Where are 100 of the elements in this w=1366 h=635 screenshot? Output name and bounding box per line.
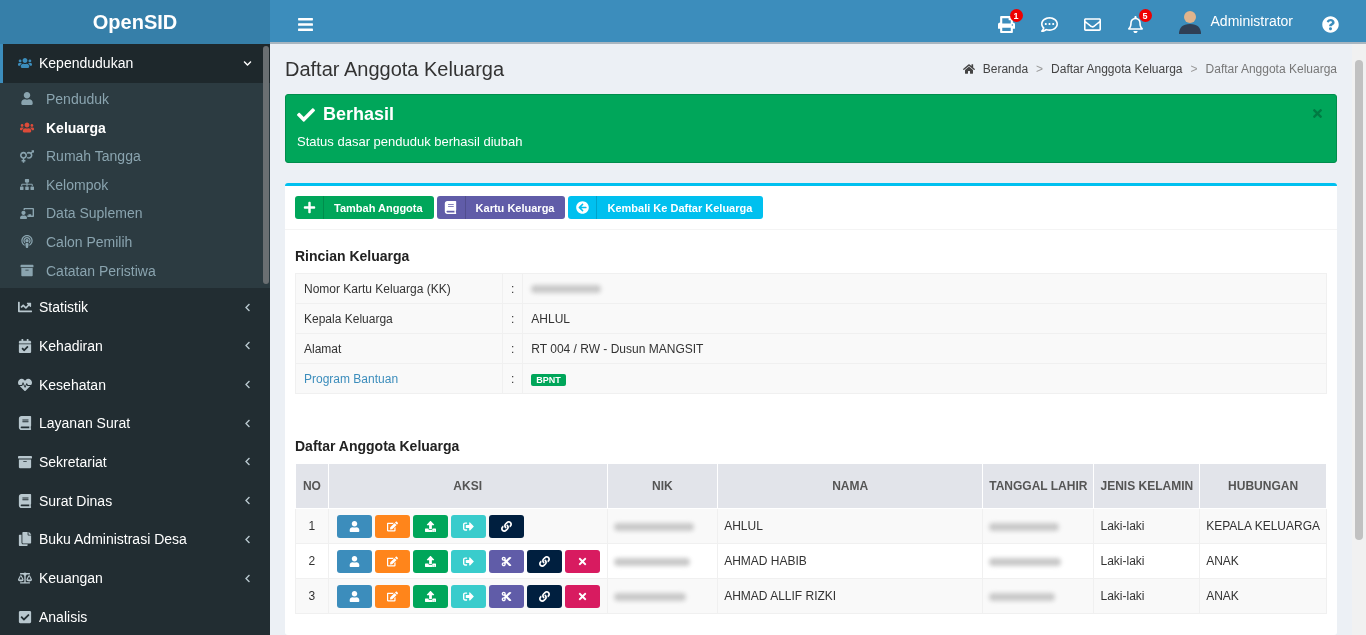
brand-logo[interactable]: OpenSID [0, 0, 270, 44]
detail-label: Nomor Kartu Keluarga (KK) [304, 281, 451, 296]
breadcrumb-link[interactable]: Beranda [982, 62, 1029, 76]
table-cell: ANAK [1206, 589, 1239, 603]
user-name[interactable]: Administrator [1210, 13, 1293, 29]
row-number: 1 [308, 519, 316, 533]
scissors-icon [500, 590, 512, 602]
menu-label: Buku Administrasi Desa [39, 531, 188, 548]
link-icon [538, 555, 550, 567]
split-button[interactable] [488, 549, 524, 573]
person-icon [348, 590, 360, 602]
count-badge: 5 [1138, 9, 1152, 22]
view-button[interactable] [336, 514, 372, 538]
people-icon [20, 121, 34, 135]
chevron-left-icon [243, 380, 252, 390]
chat-icon[interactable] [1040, 16, 1058, 33]
submenu-item[interactable]: Penduduk [0, 84, 270, 114]
plus-icon [302, 201, 316, 214]
chevron-left-icon [243, 302, 252, 312]
upload-icon [424, 590, 436, 602]
table-cell: Laki-laki [1100, 589, 1145, 603]
edit-button[interactable] [374, 584, 410, 608]
table-cell: AHMAD ALLIF RIZKI [724, 589, 837, 603]
menu-label: Sekretariat [39, 453, 108, 470]
menu-label: Kehadiran [39, 337, 104, 354]
chevron-left-icon [243, 496, 252, 506]
menu-label: Kesehatan [39, 376, 107, 393]
delete-button[interactable] [564, 584, 600, 608]
person-icon [348, 520, 360, 532]
calendar-icon [18, 338, 32, 353]
notification-icon[interactable] [1126, 16, 1144, 33]
person-icon [20, 92, 34, 106]
submenu-label: Catatan Peristiwa [46, 262, 156, 279]
upload-button[interactable] [412, 549, 448, 573]
delete-button[interactable] [564, 549, 600, 573]
alert-title: Berhasil [323, 104, 395, 125]
column-header: AKSI [328, 463, 608, 509]
sidebar-item[interactable]: Surat Dinas [0, 481, 270, 520]
view-button[interactable] [336, 549, 372, 573]
sidebar-item[interactable]: Kependudukan [0, 44, 270, 83]
link-button[interactable] [526, 549, 562, 573]
submenu-item[interactable]: Rumah Tangga [0, 141, 270, 171]
scrollbar-thumb[interactable] [263, 46, 269, 284]
submenu-label: Keluarga [46, 119, 106, 136]
sidebar-item[interactable]: Statistik [0, 287, 270, 327]
submenu-item[interactable]: Calon Pemilih [0, 227, 270, 257]
upload-icon [424, 555, 436, 567]
column-header: JENIS KELAMIN [1093, 463, 1200, 509]
close-icon [576, 590, 588, 602]
hierarchy-icon [20, 178, 34, 192]
menu-label: Layanan Surat [39, 415, 132, 432]
book-icon [444, 201, 458, 214]
submenu-item[interactable]: Keluarga [0, 113, 270, 142]
mail-icon[interactable] [1083, 16, 1101, 33]
sidebar-item[interactable]: Kesehatan [0, 365, 270, 404]
sidebar-item[interactable]: Kehadiran [0, 326, 270, 366]
scrollbar-thumb[interactable] [1355, 60, 1363, 540]
sidebar-item[interactable]: Keuangan [0, 558, 270, 598]
copy-icon [18, 532, 32, 547]
table-cell: AHMAD HABIB [724, 554, 807, 568]
sidebar-item[interactable]: Layanan Surat [0, 403, 270, 443]
scale-icon [18, 571, 32, 585]
sidebar-item[interactable]: Buku Administrasi Desa [0, 519, 270, 559]
podcast-icon [20, 235, 34, 249]
checkbox-icon [18, 609, 32, 624]
blurred-value [989, 522, 1060, 531]
breadcrumb-link[interactable]: Daftar Anggota Keluarga [1205, 62, 1337, 76]
upload-button[interactable] [412, 584, 448, 608]
toolbar-button[interactable]: Kartu Keluarga [436, 196, 566, 219]
table-cell: AHLUL [724, 519, 763, 533]
person-icon [348, 555, 360, 567]
detail-label: Alamat [304, 341, 342, 356]
submenu-label: Kelompok [46, 176, 109, 193]
sidebar-item[interactable]: Analisis [0, 597, 270, 635]
column-header: HUBUNGAN [1199, 463, 1327, 509]
colon: : [511, 311, 515, 326]
printer-icon[interactable] [997, 16, 1015, 33]
edit-button[interactable] [374, 549, 410, 573]
submenu-item[interactable]: Data Suplemen [0, 199, 270, 228]
link-button[interactable] [526, 584, 562, 608]
breadcrumb-link[interactable]: Daftar Anggota Keluarga [1051, 62, 1183, 76]
link-icon [538, 590, 550, 602]
check-icon [297, 105, 315, 124]
sidebar-item[interactable]: Sekretariat [0, 442, 270, 482]
avatar-icon[interactable] [1176, 8, 1203, 34]
upload-button[interactable] [412, 514, 448, 538]
edit-button[interactable] [374, 514, 410, 538]
link-button[interactable] [488, 514, 524, 538]
submenu-item[interactable]: Kelompok [0, 170, 270, 200]
detail-value: RT 004 / RW - Dusun MANGSIT [531, 341, 704, 356]
menu-label: Kependudukan [39, 55, 135, 72]
menu-label: Keuangan [39, 570, 104, 586]
split-button[interactable] [488, 584, 524, 608]
detail-value: AHLUL [531, 311, 571, 326]
column-header: NIK [607, 463, 718, 509]
chevron-left-icon [243, 457, 252, 467]
submenu-item[interactable]: Catatan Peristiwa [0, 256, 270, 285]
home-icon [962, 63, 975, 75]
view-button[interactable] [336, 584, 372, 608]
blurred-value [531, 285, 602, 294]
